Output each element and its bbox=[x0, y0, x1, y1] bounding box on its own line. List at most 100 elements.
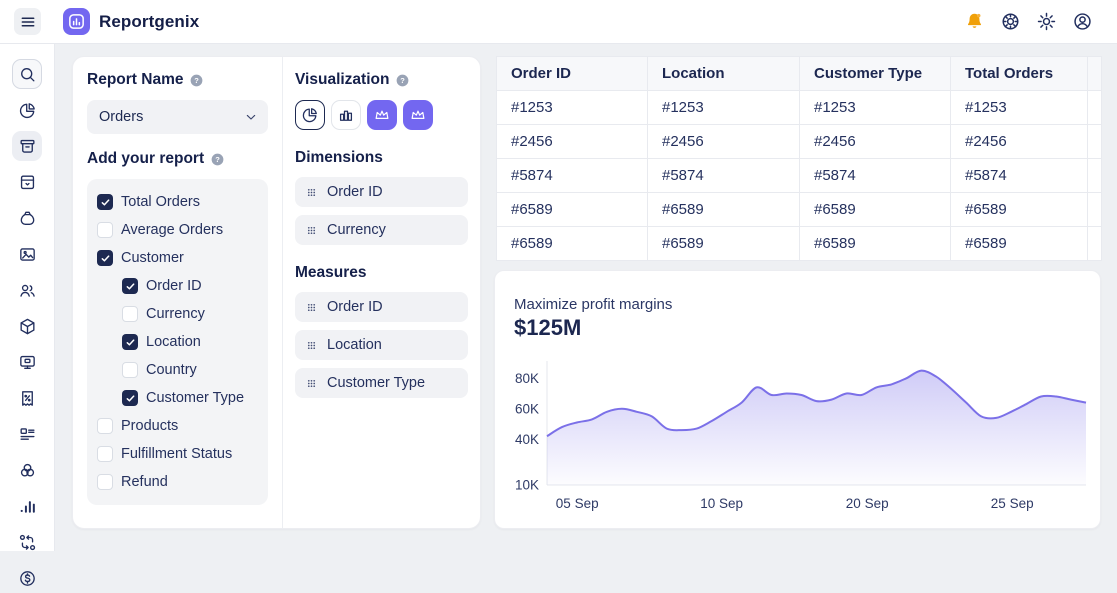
monitor-icon bbox=[18, 353, 37, 372]
checkbox-unchecked[interactable] bbox=[97, 222, 113, 238]
table-cell: #2456 bbox=[497, 125, 648, 159]
sidebar-monitor-button[interactable] bbox=[12, 347, 42, 377]
checkbox-unchecked[interactable] bbox=[122, 306, 138, 322]
chart-type-crown-button[interactable] bbox=[367, 100, 397, 130]
table-cell: #6589 bbox=[648, 227, 800, 261]
table-cell-clipped bbox=[1088, 193, 1102, 227]
table-header-location: Location bbox=[648, 57, 800, 91]
sidebar-archive-box-button[interactable] bbox=[12, 131, 42, 161]
checkbox-checked[interactable] bbox=[97, 194, 113, 210]
drag-handle-icon[interactable] bbox=[305, 377, 318, 390]
sidebar-pie-chart-button[interactable] bbox=[12, 95, 42, 125]
checkbox-row-customer-type[interactable]: Customer Type bbox=[122, 384, 258, 412]
add-report-heading: Add your report ? bbox=[87, 150, 268, 168]
checkbox-unchecked[interactable] bbox=[97, 474, 113, 490]
checkbox-unchecked[interactable] bbox=[122, 362, 138, 378]
chart-type-column-chart-button[interactable] bbox=[331, 100, 361, 130]
checkbox-unchecked[interactable] bbox=[97, 418, 113, 434]
checkbox-label: Fulfillment Status bbox=[121, 446, 232, 462]
sidebar-swap-arrows-button[interactable] bbox=[12, 527, 42, 557]
table-cell: #1253 bbox=[951, 91, 1088, 125]
sidebar-search-button[interactable] bbox=[12, 59, 42, 89]
table-row: #6589#6589#6589#6589 bbox=[497, 227, 1102, 261]
sidebar-users-button[interactable] bbox=[12, 275, 42, 305]
measure-item-label: Order ID bbox=[327, 299, 383, 315]
sidebar-package-button[interactable] bbox=[12, 311, 42, 341]
globe-settings-button[interactable] bbox=[997, 9, 1023, 35]
chart-type-buttons bbox=[295, 100, 468, 130]
menu-button[interactable] bbox=[14, 8, 41, 35]
checkbox-checked[interactable] bbox=[97, 250, 113, 266]
svg-text:10K: 10K bbox=[515, 478, 539, 493]
svg-text:?: ? bbox=[401, 76, 406, 85]
sidebar-dollar-coin-button[interactable] bbox=[12, 563, 42, 593]
measure-item-order-id[interactable]: Order ID bbox=[295, 292, 468, 322]
add-report-title: Add your report bbox=[87, 150, 204, 168]
visualization-heading: Visualization ? bbox=[295, 71, 468, 89]
sidebar-money-bag-button[interactable] bbox=[12, 203, 42, 233]
drag-handle-icon[interactable] bbox=[305, 186, 318, 199]
table-cell-clipped bbox=[1088, 91, 1102, 125]
report-builder-card: Report Name ? Orders Add your report ? T… bbox=[72, 56, 481, 529]
sidebar-archive-drawer-button[interactable] bbox=[12, 167, 42, 197]
orders-table: Order IDLocationCustomer TypeTotal Order… bbox=[496, 56, 1102, 261]
dimension-item-label: Order ID bbox=[327, 184, 383, 200]
checkbox-unchecked[interactable] bbox=[97, 446, 113, 462]
chart-title: Maximize profit margins bbox=[514, 296, 672, 313]
drag-handle-icon[interactable] bbox=[305, 224, 318, 237]
table-cell: #1253 bbox=[648, 91, 800, 125]
svg-text:60K: 60K bbox=[515, 401, 539, 416]
checkbox-row-country[interactable]: Country bbox=[122, 356, 258, 384]
sidebar-receipt-percent-button[interactable] bbox=[12, 383, 42, 413]
checkbox-row-fulfillment-status[interactable]: Fulfillment Status bbox=[97, 440, 258, 468]
users-icon bbox=[18, 281, 37, 300]
checkbox-row-order-id[interactable]: Order ID bbox=[122, 272, 258, 300]
receipt-percent-icon bbox=[18, 389, 37, 408]
account-button[interactable] bbox=[1069, 9, 1095, 35]
table-header-customer-type: Customer Type bbox=[800, 57, 951, 91]
table-cell: #6589 bbox=[497, 193, 648, 227]
chart-type-crown-button[interactable] bbox=[403, 100, 433, 130]
checkbox-row-total-orders[interactable]: Total Orders bbox=[97, 188, 258, 216]
menu-icon bbox=[19, 13, 37, 31]
dimension-item-currency[interactable]: Currency bbox=[295, 215, 468, 245]
chart-type-pie-chart-button[interactable] bbox=[295, 100, 325, 130]
report-name-select[interactable]: Orders bbox=[87, 100, 268, 134]
dimension-item-order-id[interactable]: Order ID bbox=[295, 177, 468, 207]
checkbox-row-products[interactable]: Products bbox=[97, 412, 258, 440]
dimensions-list: Order ID Currency bbox=[295, 177, 468, 245]
checkbox-row-currency[interactable]: Currency bbox=[122, 300, 258, 328]
table-row: #2456#2456#2456#2456 bbox=[497, 125, 1102, 159]
measure-item-customer-type[interactable]: Customer Type bbox=[295, 368, 468, 398]
table-cell: #5874 bbox=[497, 159, 648, 193]
checkbox-row-location[interactable]: Location bbox=[122, 328, 258, 356]
svg-text:10 Sep: 10 Sep bbox=[700, 496, 743, 511]
svg-text:80K: 80K bbox=[515, 371, 539, 386]
help-icon[interactable]: ? bbox=[189, 73, 204, 88]
money-bag-icon bbox=[18, 209, 37, 228]
notifications-button[interactable] bbox=[961, 9, 987, 35]
checkbox-row-average-orders[interactable]: Average Orders bbox=[97, 216, 258, 244]
checkbox-checked[interactable] bbox=[122, 390, 138, 406]
checkbox-row-customer[interactable]: Customer bbox=[97, 244, 258, 272]
help-icon[interactable]: ? bbox=[210, 152, 225, 167]
sidebar-layout-list-button[interactable] bbox=[12, 419, 42, 449]
svg-text:40K: 40K bbox=[515, 432, 539, 447]
checkbox-row-refund[interactable]: Refund bbox=[97, 468, 258, 496]
sidebar-image-button[interactable] bbox=[12, 239, 42, 269]
checkbox-checked[interactable] bbox=[122, 334, 138, 350]
chart-metric-value: $125M bbox=[514, 315, 581, 341]
settings-button[interactable] bbox=[1033, 9, 1059, 35]
table-cell-clipped bbox=[1088, 125, 1102, 159]
checkbox-checked[interactable] bbox=[122, 278, 138, 294]
sidebar-bar-chart-button[interactable] bbox=[12, 491, 42, 521]
drag-handle-icon[interactable] bbox=[305, 301, 318, 314]
measure-item-location[interactable]: Location bbox=[295, 330, 468, 360]
measures-list: Order ID Location Customer Type bbox=[295, 292, 468, 398]
table-cell: #5874 bbox=[648, 159, 800, 193]
report-name-title: Report Name bbox=[87, 71, 183, 89]
help-icon[interactable]: ? bbox=[395, 73, 410, 88]
table-header-total-orders: Total Orders bbox=[951, 57, 1088, 91]
sidebar-venn-circles-button[interactable] bbox=[12, 455, 42, 485]
drag-handle-icon[interactable] bbox=[305, 339, 318, 352]
